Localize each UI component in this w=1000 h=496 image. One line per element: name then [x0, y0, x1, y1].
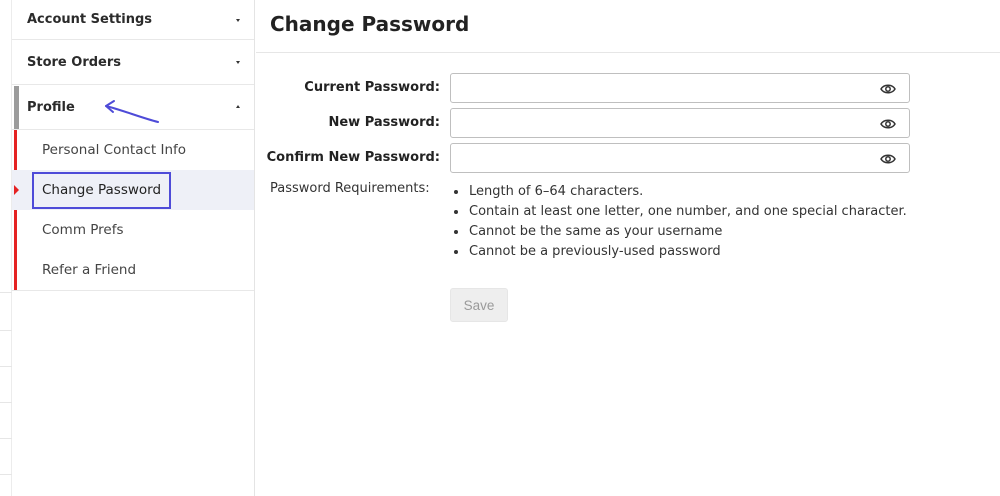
sidebar-item-refer-a-friend[interactable]: Refer a Friend	[12, 250, 254, 290]
sidebar-item-comm-prefs[interactable]: Comm Prefs	[12, 210, 254, 250]
requirement-item: Cannot be the same as your username	[452, 223, 907, 243]
new-password-label: New Password:	[328, 115, 440, 130]
chevron-down-icon	[236, 61, 240, 64]
confirm-password-row: Confirm New Password:	[256, 143, 1000, 173]
current-password-row: Current Password:	[256, 73, 1000, 103]
current-password-field[interactable]	[450, 73, 910, 103]
sidebar-section-store-orders[interactable]: Store Orders	[12, 40, 254, 85]
eye-icon[interactable]	[880, 82, 896, 96]
main-content: Change Password Current Password: New Pa…	[256, 0, 1000, 496]
requirement-item: Contain at least one letter, one number,…	[452, 203, 907, 223]
sidebar-section-account-settings[interactable]: Account Settings	[12, 0, 254, 40]
annotation-arrow-icon	[105, 100, 159, 123]
annotation-pointer-icon	[14, 185, 19, 195]
sidebar-item-label: Personal Contact Info	[42, 142, 187, 158]
eye-icon[interactable]	[880, 152, 896, 166]
chevron-down-icon	[236, 18, 240, 22]
title-divider	[256, 52, 1000, 53]
sidebar-item-change-password[interactable]: Change Password	[12, 170, 254, 210]
chevron-up-icon	[236, 105, 240, 108]
password-requirements-list: Length of 6–64 characters. Contain at le…	[452, 183, 907, 263]
strip-divider	[0, 292, 12, 293]
strip-divider	[0, 402, 12, 403]
eye-icon[interactable]	[880, 117, 896, 131]
sidebar-item-personal-contact-info[interactable]: Personal Contact Info	[12, 130, 254, 170]
section-label: Account Settings	[27, 12, 153, 27]
sidebar-item-label: Comm Prefs	[42, 222, 124, 238]
new-password-row: New Password:	[256, 108, 1000, 138]
sidebar: Account Settings Store Orders Profile Pe…	[12, 0, 255, 496]
requirement-item: Length of 6–64 characters.	[452, 183, 907, 203]
strip-divider	[0, 438, 12, 439]
strip-divider	[0, 366, 12, 367]
sidebar-item-label: Refer a Friend	[42, 262, 137, 278]
annotation-highlight-box	[32, 172, 171, 209]
confirm-password-label: Confirm New Password:	[266, 150, 440, 165]
left-edge-strip	[0, 0, 12, 496]
current-password-label: Current Password:	[304, 80, 440, 95]
profile-submenu: Personal Contact Info Change Password Co…	[12, 130, 254, 291]
page-title: Change Password	[270, 12, 470, 36]
new-password-field[interactable]	[450, 108, 910, 138]
active-indicator	[14, 86, 19, 129]
password-requirements-label: Password Requirements:	[270, 181, 430, 196]
strip-divider	[0, 330, 12, 331]
save-button[interactable]: Save	[450, 288, 508, 322]
requirement-item: Cannot be a previously-used password	[452, 243, 907, 263]
confirm-password-field[interactable]	[450, 143, 910, 173]
section-label: Store Orders	[27, 54, 121, 70]
section-label: Profile	[27, 99, 75, 115]
strip-divider	[0, 474, 12, 475]
